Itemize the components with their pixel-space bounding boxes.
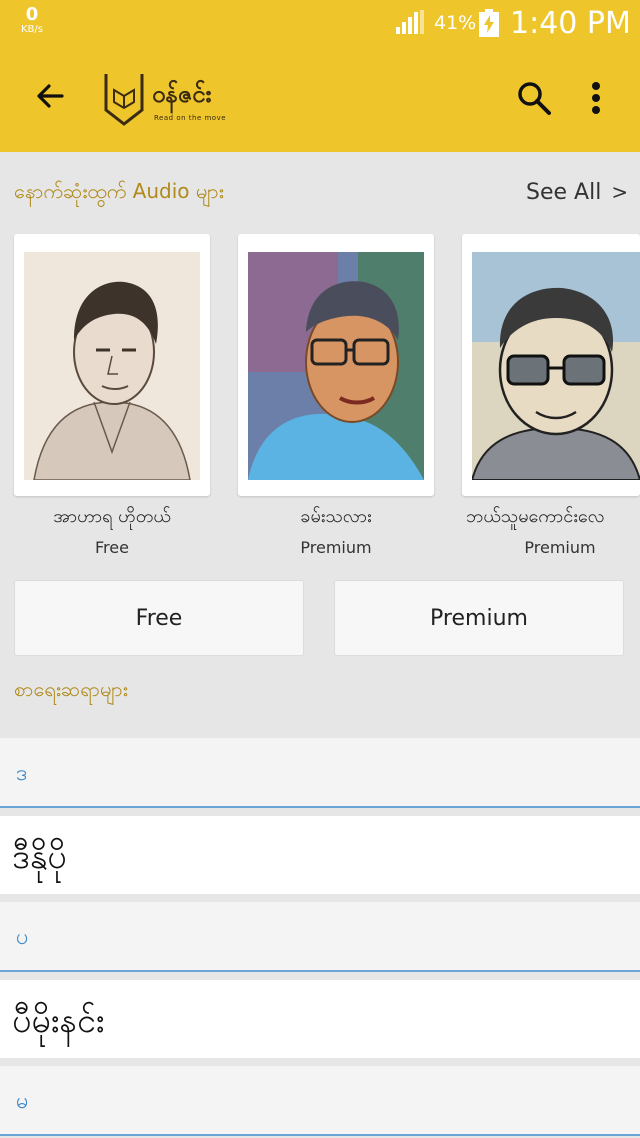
network-speed-unit: KB/s — [21, 24, 43, 35]
app-bar: ဝန်ဇင်း Read on the move — [0, 50, 640, 152]
premium-filter-button[interactable]: Premium — [334, 580, 624, 656]
audio-card-title: အာဟာရ ဟိုတယ် — [53, 506, 171, 527]
index-letter-row: ဒ — [0, 738, 640, 808]
writer-name: ပီမိုးနင်း — [12, 1001, 105, 1041]
battery-percent: 41% — [434, 12, 477, 34]
audio-card-tier: Free — [95, 538, 129, 557]
see-all-label: See All — [526, 180, 602, 205]
search-icon[interactable] — [514, 78, 554, 118]
more-vert-icon[interactable] — [584, 78, 608, 118]
index-letter-row: ပ — [0, 902, 640, 972]
logo-tagline: Read on the move — [154, 114, 227, 122]
audio-card[interactable] — [14, 234, 210, 496]
signal-icon — [396, 10, 424, 34]
writers-title: စာရေးဆရာများ — [14, 677, 128, 701]
network-speed-value: 0 — [25, 4, 39, 25]
index-letter: မ — [16, 1089, 29, 1114]
author-portrait — [472, 252, 640, 480]
index-letter: ပ — [16, 925, 29, 950]
audio-card-title: ဘယ်သူမကောင်းလေ — [466, 506, 605, 527]
see-all-link[interactable]: See All > — [526, 180, 628, 205]
author-portrait — [248, 252, 424, 480]
writer-list-item[interactable]: ပီမိုးနင်း — [0, 980, 640, 1058]
audio-card[interactable] — [462, 234, 640, 496]
back-arrow-icon[interactable] — [30, 76, 70, 116]
network-speed: 0 KB/s — [14, 6, 50, 35]
audio-card[interactable] — [238, 234, 434, 496]
audio-card-tier: Premium — [300, 538, 372, 557]
author-portrait — [24, 252, 200, 480]
chevron-right-icon: > — [611, 180, 629, 204]
status-bar: 0 KB/s 41% 1:40 PM — [0, 0, 640, 50]
audio-card-tier: Premium — [524, 538, 596, 557]
free-filter-button[interactable]: Free — [14, 580, 304, 656]
logo-text: ဝန်ဇင်း — [152, 80, 212, 108]
recent-audio-title: နောက်ဆုံးထွက် Audio များ — [14, 179, 224, 203]
index-letter-row: မ — [0, 1066, 640, 1136]
index-letter: ဒ — [16, 761, 28, 786]
battery-charging-icon — [479, 9, 499, 37]
app-logo[interactable]: ဝန်ဇင်း Read on the move — [102, 72, 242, 132]
clock: 1:40 PM — [510, 6, 631, 41]
writer-name: ဒီနိုပို — [12, 837, 67, 877]
audio-card-title: ခမ်းသလား — [300, 506, 372, 527]
book-shield-icon — [104, 74, 144, 126]
writer-list-item[interactable]: ဒီနိုပို — [0, 816, 640, 894]
